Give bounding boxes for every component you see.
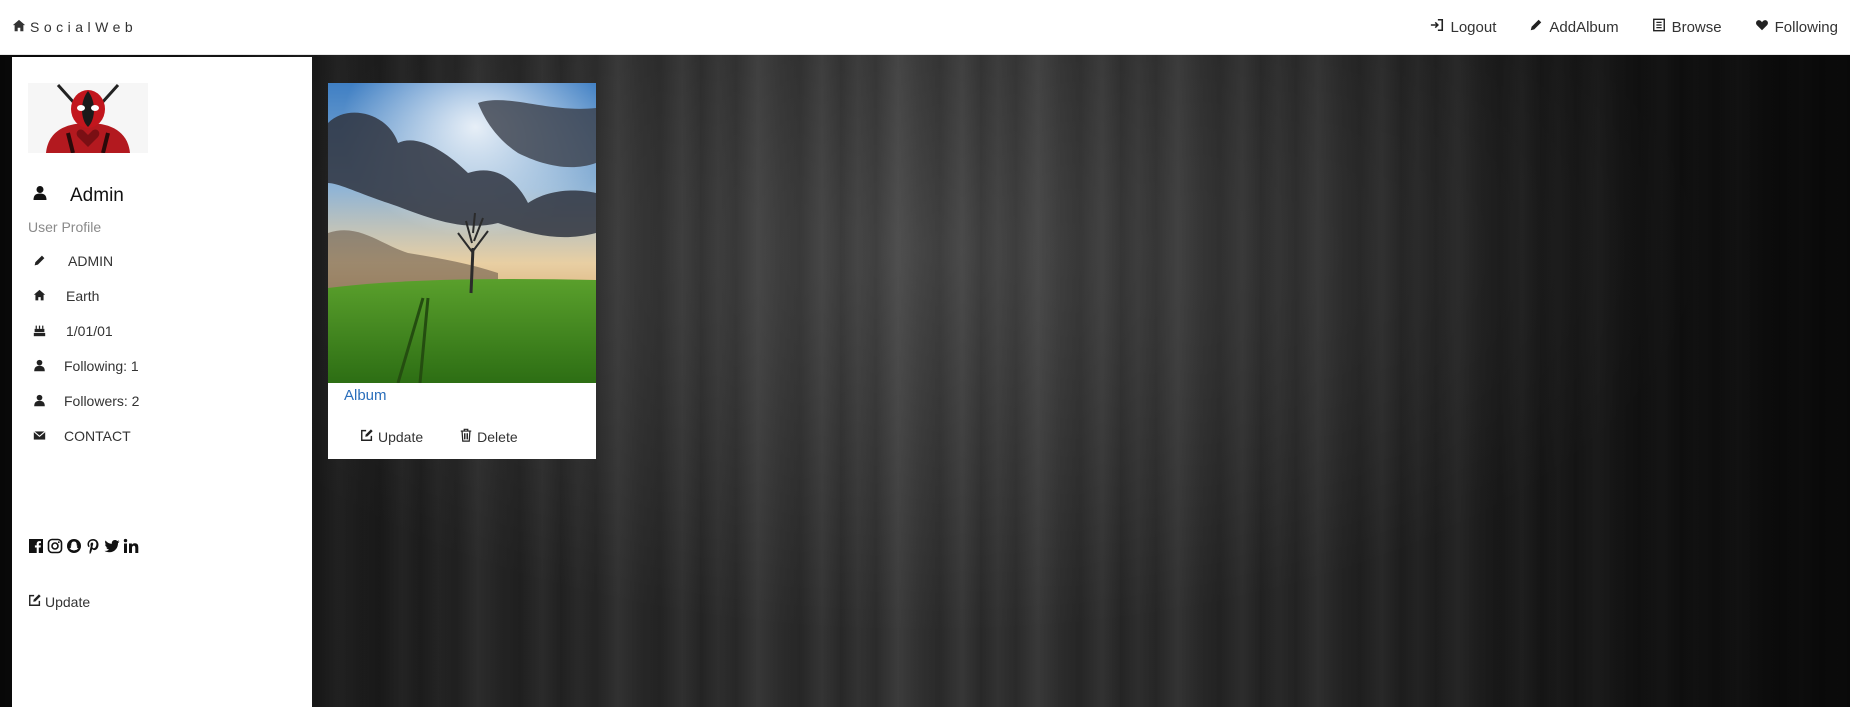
album-cover-image[interactable] xyxy=(328,83,596,383)
nav-logout[interactable]: Logout xyxy=(1430,18,1496,36)
brand-label: SocialWeb xyxy=(30,19,138,35)
nav-following-label: Following xyxy=(1774,18,1838,36)
home-icon xyxy=(12,19,26,36)
info-item-location: Earth xyxy=(32,278,139,313)
profile-update-button[interactable]: Update xyxy=(28,593,90,610)
linkedin-icon[interactable] xyxy=(123,538,139,559)
heart-icon xyxy=(1755,18,1769,36)
profile-subtitle: User Profile xyxy=(28,219,102,235)
info-label: Following: 1 xyxy=(64,357,139,374)
info-item-followers: Followers: 2 xyxy=(32,383,139,418)
nav-browse[interactable]: Browse xyxy=(1652,18,1722,36)
album-actions: Update Delete xyxy=(360,428,518,445)
social-links xyxy=(28,538,139,559)
info-item-birthday: 1/01/01 xyxy=(32,313,139,348)
album-delete-label: Delete xyxy=(477,428,518,445)
info-item-following: Following: 1 xyxy=(32,348,139,383)
pencil-icon xyxy=(32,254,46,268)
album-card: Album Update Delete xyxy=(328,83,596,459)
pencil-icon xyxy=(1529,18,1543,36)
facebook-icon[interactable] xyxy=(28,538,44,559)
profile-info-list: ADMIN Earth 1/01/01 Following: 1 Followe… xyxy=(32,243,139,453)
top-navbar: SocialWeb Logout AddAlbum Browse Followi… xyxy=(0,0,1850,55)
album-title-link[interactable]: Album xyxy=(344,387,387,404)
profile-update-label: Update xyxy=(45,593,91,610)
album-update-label: Update xyxy=(378,428,424,445)
brand-link[interactable]: SocialWeb xyxy=(0,19,137,36)
instagram-icon[interactable] xyxy=(47,538,63,559)
twitter-icon[interactable] xyxy=(104,538,120,559)
avatar xyxy=(28,83,148,154)
edit-icon xyxy=(28,593,42,610)
snapchat-icon[interactable] xyxy=(66,538,82,559)
info-label: ADMIN xyxy=(68,252,114,269)
nav-addalbum[interactable]: AddAlbum xyxy=(1529,18,1619,36)
user-icon xyxy=(32,359,46,373)
user-icon xyxy=(32,394,46,408)
info-label: Earth xyxy=(66,287,100,304)
nav-logout-label: Logout xyxy=(1450,18,1497,36)
nav-browse-label: Browse xyxy=(1671,18,1722,36)
nav-following[interactable]: Following xyxy=(1755,18,1838,36)
album-delete-button[interactable]: Delete xyxy=(459,428,518,445)
nav-links: Logout AddAlbum Browse Following xyxy=(1397,0,1850,54)
nav-addalbum-label: AddAlbum xyxy=(1549,18,1619,36)
info-label: CONTACT xyxy=(64,427,131,444)
user-icon xyxy=(32,185,48,207)
info-item-contact[interactable]: CONTACT xyxy=(32,418,139,453)
info-item-username: ADMIN xyxy=(32,243,139,278)
list-icon xyxy=(1652,18,1666,36)
pinterest-icon[interactable] xyxy=(85,538,101,559)
info-label: Followers: 2 xyxy=(64,392,140,409)
info-label: 1/01/01 xyxy=(66,322,113,339)
sign-in-icon xyxy=(1430,18,1444,36)
home-icon xyxy=(32,289,46,303)
profile-sidebar: Admin User Profile ADMIN Earth 1/01/01 F xyxy=(12,57,312,707)
profile-name-label: Admin xyxy=(70,185,124,206)
album-update-button[interactable]: Update xyxy=(360,428,423,445)
profile-name: Admin xyxy=(32,185,124,207)
cake-icon xyxy=(32,324,46,338)
envelope-icon xyxy=(32,429,46,443)
trash-icon xyxy=(459,428,473,445)
edit-icon xyxy=(360,428,374,445)
